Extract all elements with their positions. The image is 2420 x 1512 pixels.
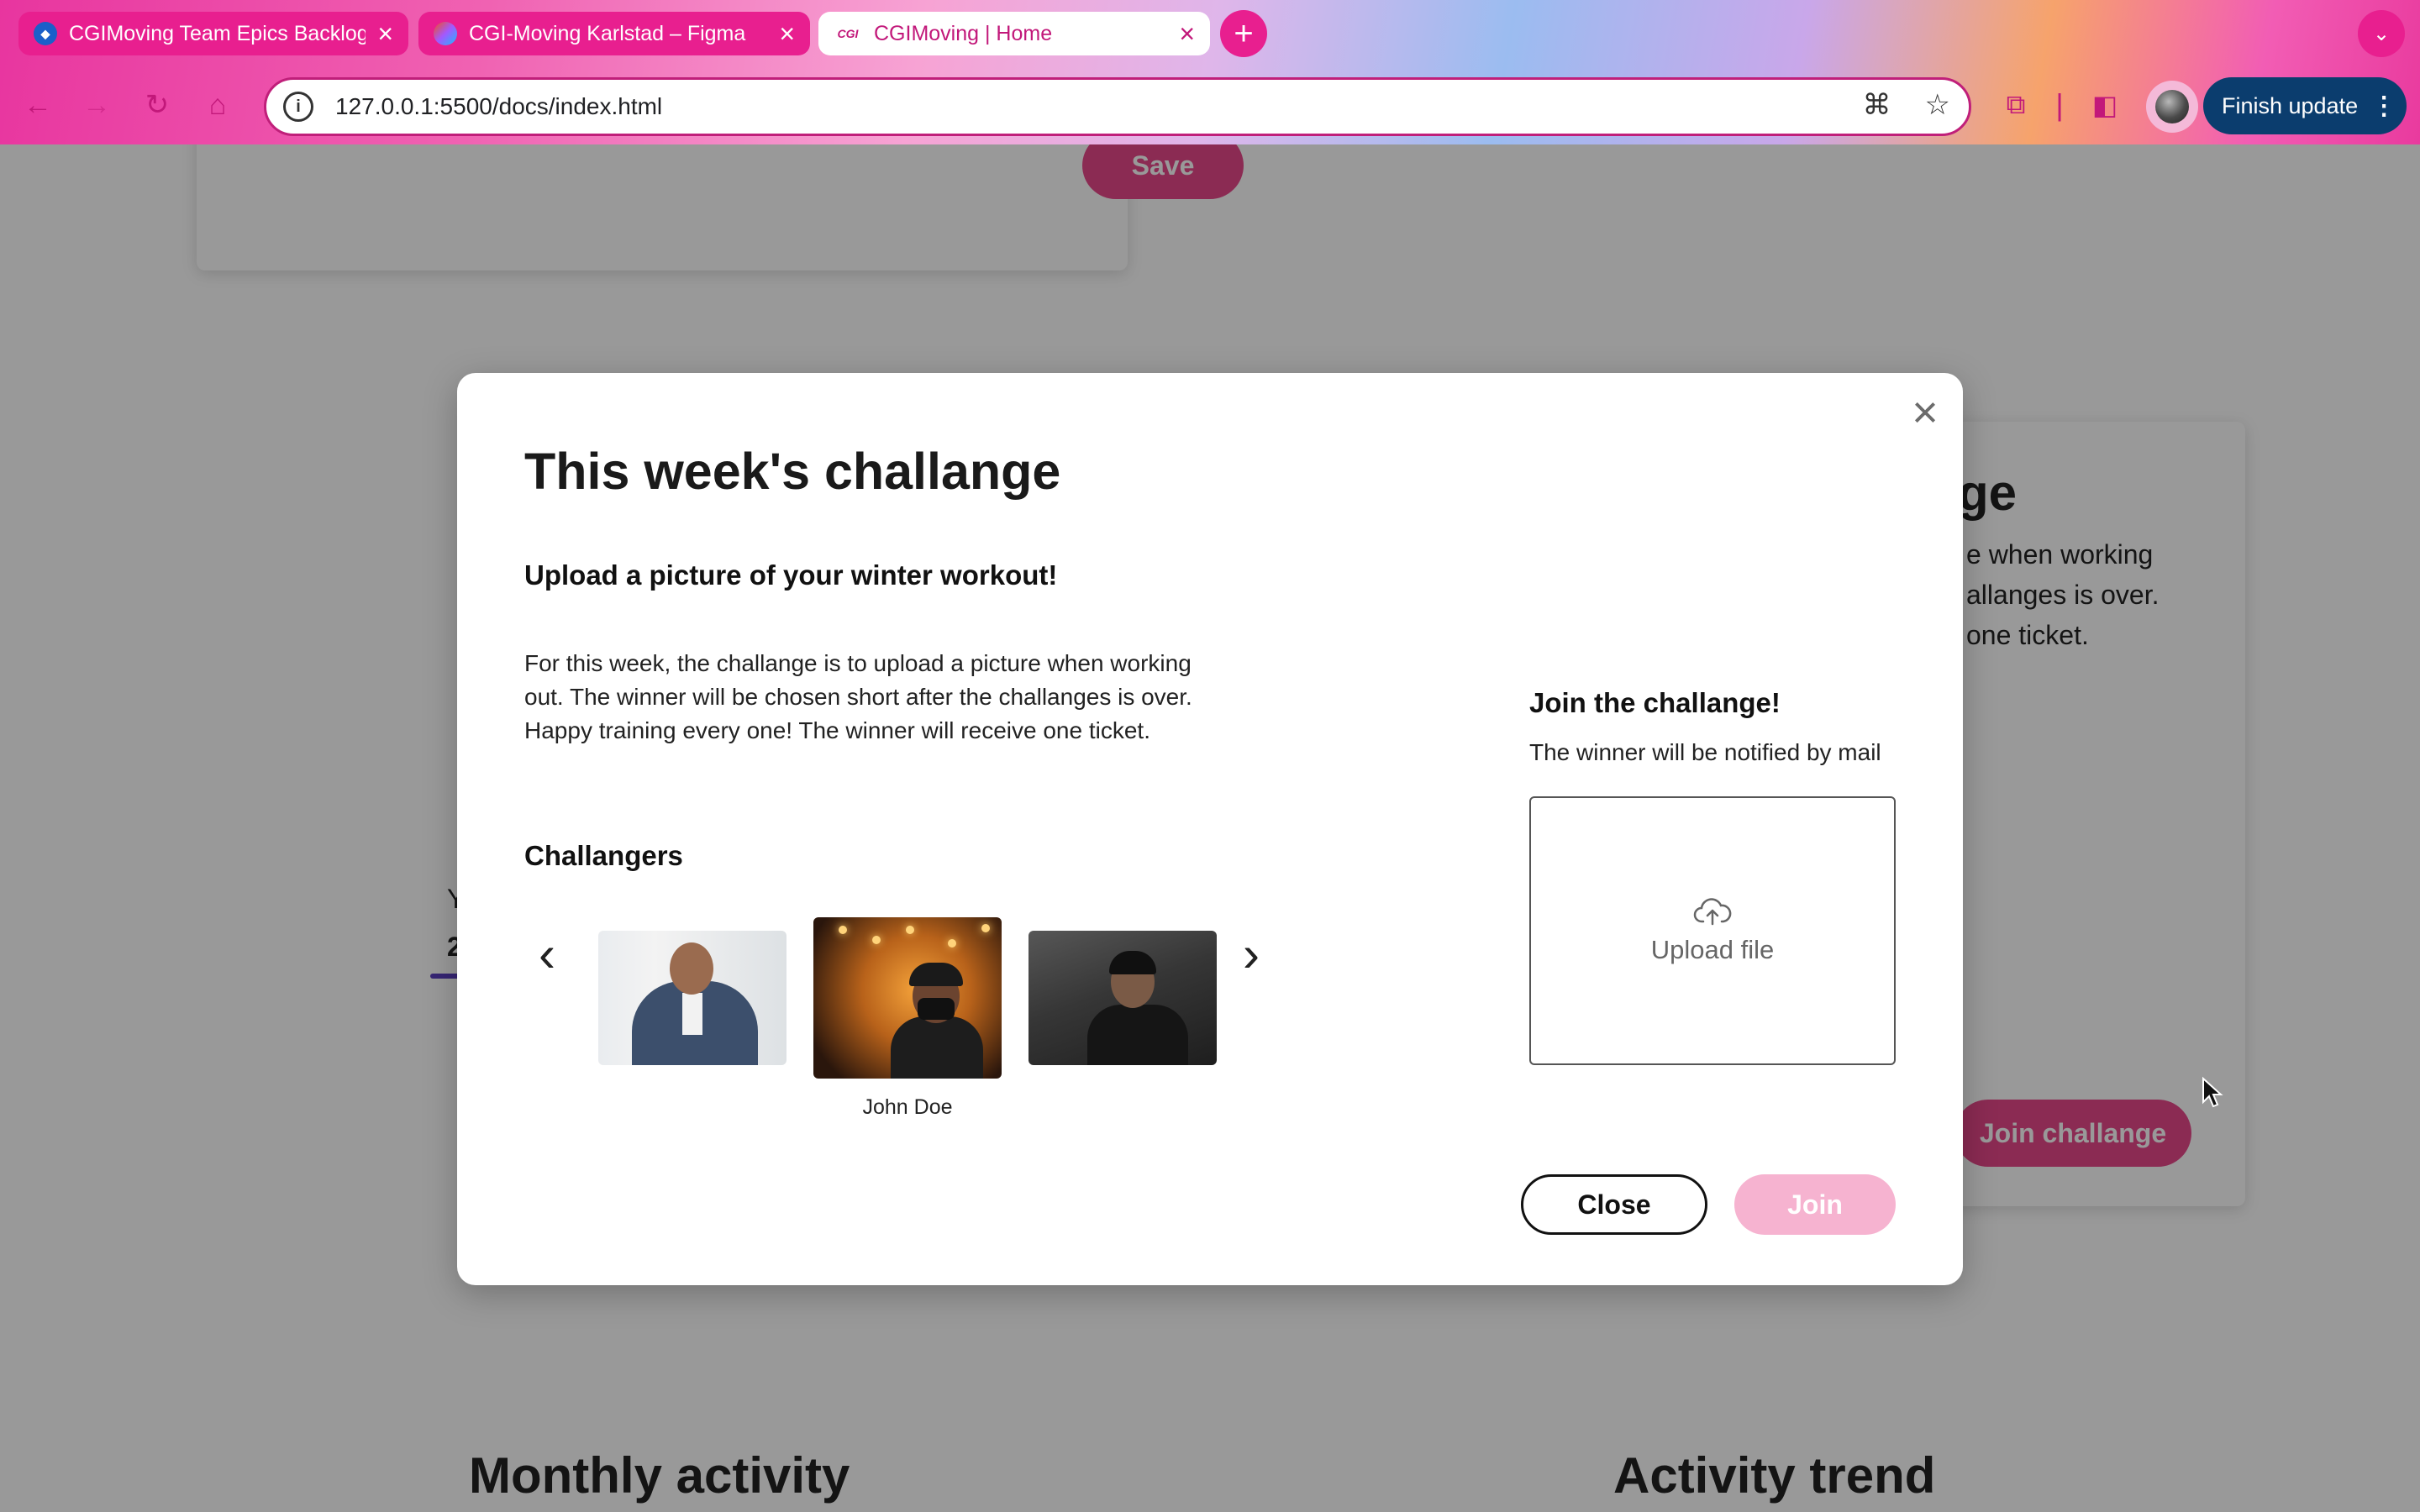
kebab-menu-icon[interactable]: ⋮ — [2371, 92, 2396, 121]
mouse-cursor-icon — [2202, 1077, 2223, 1108]
modal-subtitle: Upload a picture of your winter workout! — [524, 559, 1058, 591]
figma-icon — [434, 22, 457, 45]
modal-title: This week's challange — [524, 443, 1061, 500]
cgi-favicon-icon: CGI — [837, 27, 859, 40]
upload-label: Upload file — [1650, 935, 1775, 964]
back-arrow-icon[interactable]: ← — [17, 84, 59, 126]
translate-icon[interactable]: ⌘ — [1863, 88, 1891, 122]
url-text[interactable]: 127.0.0.1:5500/docs/index.html — [335, 93, 662, 120]
challengers-heading: Challangers — [524, 840, 683, 871]
chevron-left-icon[interactable]: ‹ — [526, 924, 568, 983]
site-info-icon[interactable]: i — [283, 92, 313, 122]
browser-chrome: ◆ CGIMoving Team Epics Backlog × CGI-Mov… — [0, 0, 2420, 144]
page-content: Save ge e when working allanges is over.… — [0, 144, 2420, 1512]
challenger-photo[interactable] — [1028, 931, 1217, 1065]
home-icon[interactable]: ⌂ — [197, 84, 239, 126]
tab-title: CGI-Moving Karlstad – Figma — [469, 21, 746, 45]
challenge-modal: × This week's challange Upload a picture… — [457, 373, 1963, 1285]
tab-title: CGIMoving Team Epics Backlog — [69, 21, 366, 45]
avatar-image — [2155, 90, 2189, 123]
challenger-photo[interactable] — [598, 931, 786, 1065]
tab-figma[interactable]: CGI-Moving Karlstad – Figma × — [418, 12, 810, 55]
cloud-upload-icon — [1693, 898, 1732, 926]
bookmark-star-icon[interactable]: ☆ — [1925, 88, 1950, 122]
challenger-name: John Doe — [862, 1095, 953, 1119]
reload-icon[interactable]: ↻ — [136, 84, 178, 126]
address-bar[interactable]: i 127.0.0.1:5500/docs/index.html ⌘ ☆ — [264, 77, 1971, 136]
tab-search-chevron-icon[interactable]: ⌄ — [2358, 10, 2405, 57]
tab-title: CGIMoving | Home — [874, 21, 1053, 45]
close-button[interactable]: Close — [1521, 1174, 1707, 1235]
join-heading: Join the challange! — [1529, 687, 1781, 718]
azure-boards-icon: ◆ — [34, 22, 57, 45]
new-tab-plus-icon[interactable]: + — [1220, 10, 1267, 57]
tab-close-icon[interactable]: × — [779, 20, 795, 47]
tab-close-icon[interactable]: × — [1179, 20, 1195, 47]
tab-cgimoving-home[interactable]: CGI CGIMoving | Home × — [818, 12, 1210, 55]
challenger-photo-selected[interactable] — [813, 917, 1002, 1079]
extensions-puzzle-icon[interactable]: ⧉ — [1995, 84, 2037, 126]
profile-avatar[interactable] — [2146, 81, 2198, 133]
toolbar-divider: | — [2055, 87, 2064, 122]
upload-dropzone[interactable]: Upload file — [1529, 796, 1896, 1065]
close-icon[interactable]: × — [1904, 390, 1946, 435]
tab-close-icon[interactable]: × — [377, 20, 393, 47]
tab-azure-backlog[interactable]: ◆ CGIMoving Team Epics Backlog × — [18, 12, 408, 55]
join-note: The winner will be notified by mail — [1529, 739, 1881, 765]
join-button[interactable]: Join — [1734, 1174, 1896, 1235]
finish-update-label: Finish update — [2222, 92, 2359, 118]
finish-update-button[interactable]: Finish update ⋮ — [2203, 77, 2407, 134]
modal-description: For this week, the challange is to uploa… — [524, 650, 1192, 743]
chevron-right-icon[interactable]: › — [1230, 924, 1272, 983]
forward-arrow-icon[interactable]: → — [76, 84, 118, 126]
side-panel-icon[interactable]: ◧ — [2084, 84, 2126, 126]
